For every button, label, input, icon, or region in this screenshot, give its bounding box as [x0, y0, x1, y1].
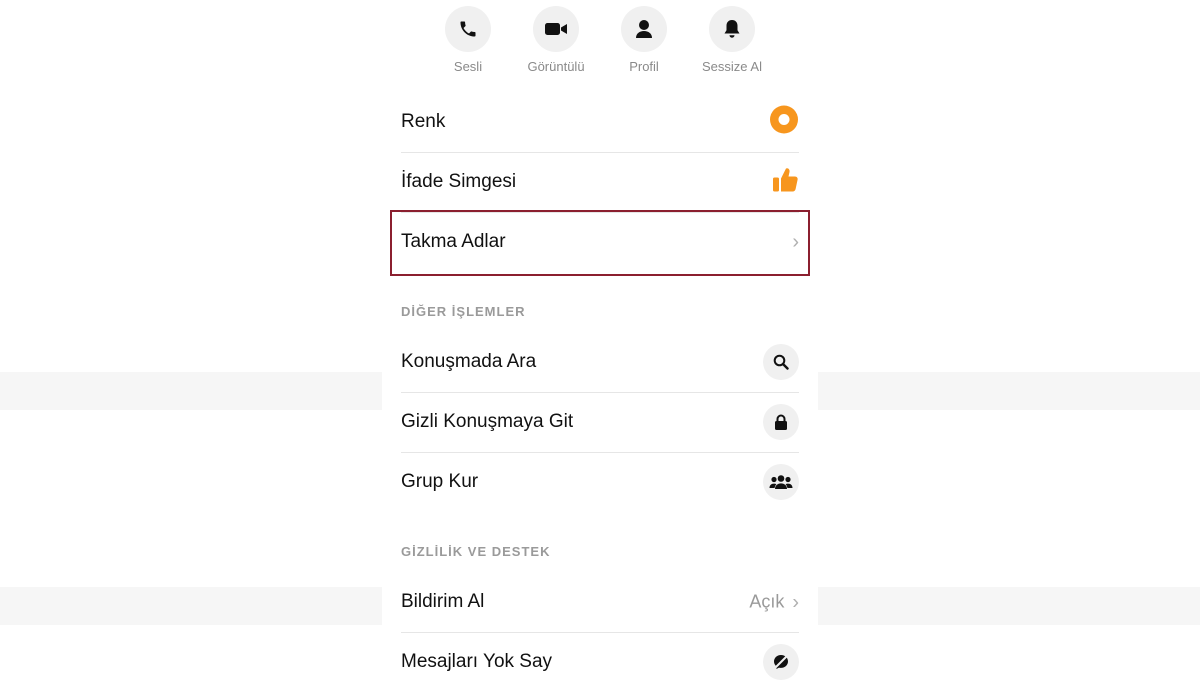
ignore-messages-label: Mesajları Yok Say [401, 651, 553, 672]
video-label: Görüntülü [527, 59, 585, 74]
group-icon [763, 464, 799, 500]
highlight-box [390, 210, 810, 276]
profile-label: Profil [629, 59, 659, 74]
color-indicator [769, 105, 799, 140]
privacy-header: GİZLİLİK VE DESTEK [401, 544, 551, 559]
phone-icon[interactable] [445, 6, 491, 52]
mute-action[interactable]: Sessize Al [692, 6, 772, 74]
create-group-row[interactable]: Grup Kur [401, 452, 799, 512]
notifications-value: Açık [749, 591, 785, 612]
search-conversation-label: Konuşmada Ara [401, 351, 537, 372]
emoji-label: İfade Simgesi [401, 171, 517, 192]
call-action[interactable]: Sesli [428, 6, 508, 74]
secret-conversation-row[interactable]: Gizli Konuşmaya Git [401, 392, 799, 453]
action-bar: Sesli Görüntülü Profil Sessize Al [382, 6, 818, 76]
lock-indicator [763, 404, 799, 440]
conversation-settings-panel: Sesli Görüntülü Profil Sessize Al Renk İ… [382, 0, 818, 680]
chevron-right-icon: › [792, 591, 799, 613]
search-indicator [763, 344, 799, 380]
thumbs-up-icon [771, 166, 799, 199]
color-row[interactable]: Renk [401, 92, 799, 153]
mute-label: Sessize Al [702, 59, 762, 74]
lock-icon [763, 404, 799, 440]
secret-conversation-label: Gizli Konuşmaya Git [401, 411, 574, 432]
group-indicator [763, 464, 799, 500]
profile-action[interactable]: Profil [604, 6, 684, 74]
bell-icon[interactable] [709, 6, 755, 52]
search-icon [763, 344, 799, 380]
color-label: Renk [401, 111, 446, 132]
create-group-label: Grup Kur [401, 471, 479, 492]
emoji-indicator [771, 166, 799, 199]
notifications-label: Bildirim Al [401, 591, 485, 612]
color-dot-icon [769, 105, 799, 140]
call-label: Sesli [453, 59, 483, 74]
notifications-indicator: Açık › [749, 592, 799, 613]
other-actions-header: DİĞER İŞLEMLER [401, 304, 526, 319]
notifications-row[interactable]: Bildirim Al Açık › [401, 572, 799, 633]
video-camera-icon[interactable] [533, 6, 579, 52]
ignore-messages-row[interactable]: Mesajları Yok Say [401, 632, 799, 692]
emoji-row[interactable]: İfade Simgesi [401, 152, 799, 213]
search-conversation-row[interactable]: Konuşmada Ara [401, 332, 799, 393]
video-action[interactable]: Görüntülü [516, 6, 596, 74]
profile-icon[interactable] [621, 6, 667, 52]
